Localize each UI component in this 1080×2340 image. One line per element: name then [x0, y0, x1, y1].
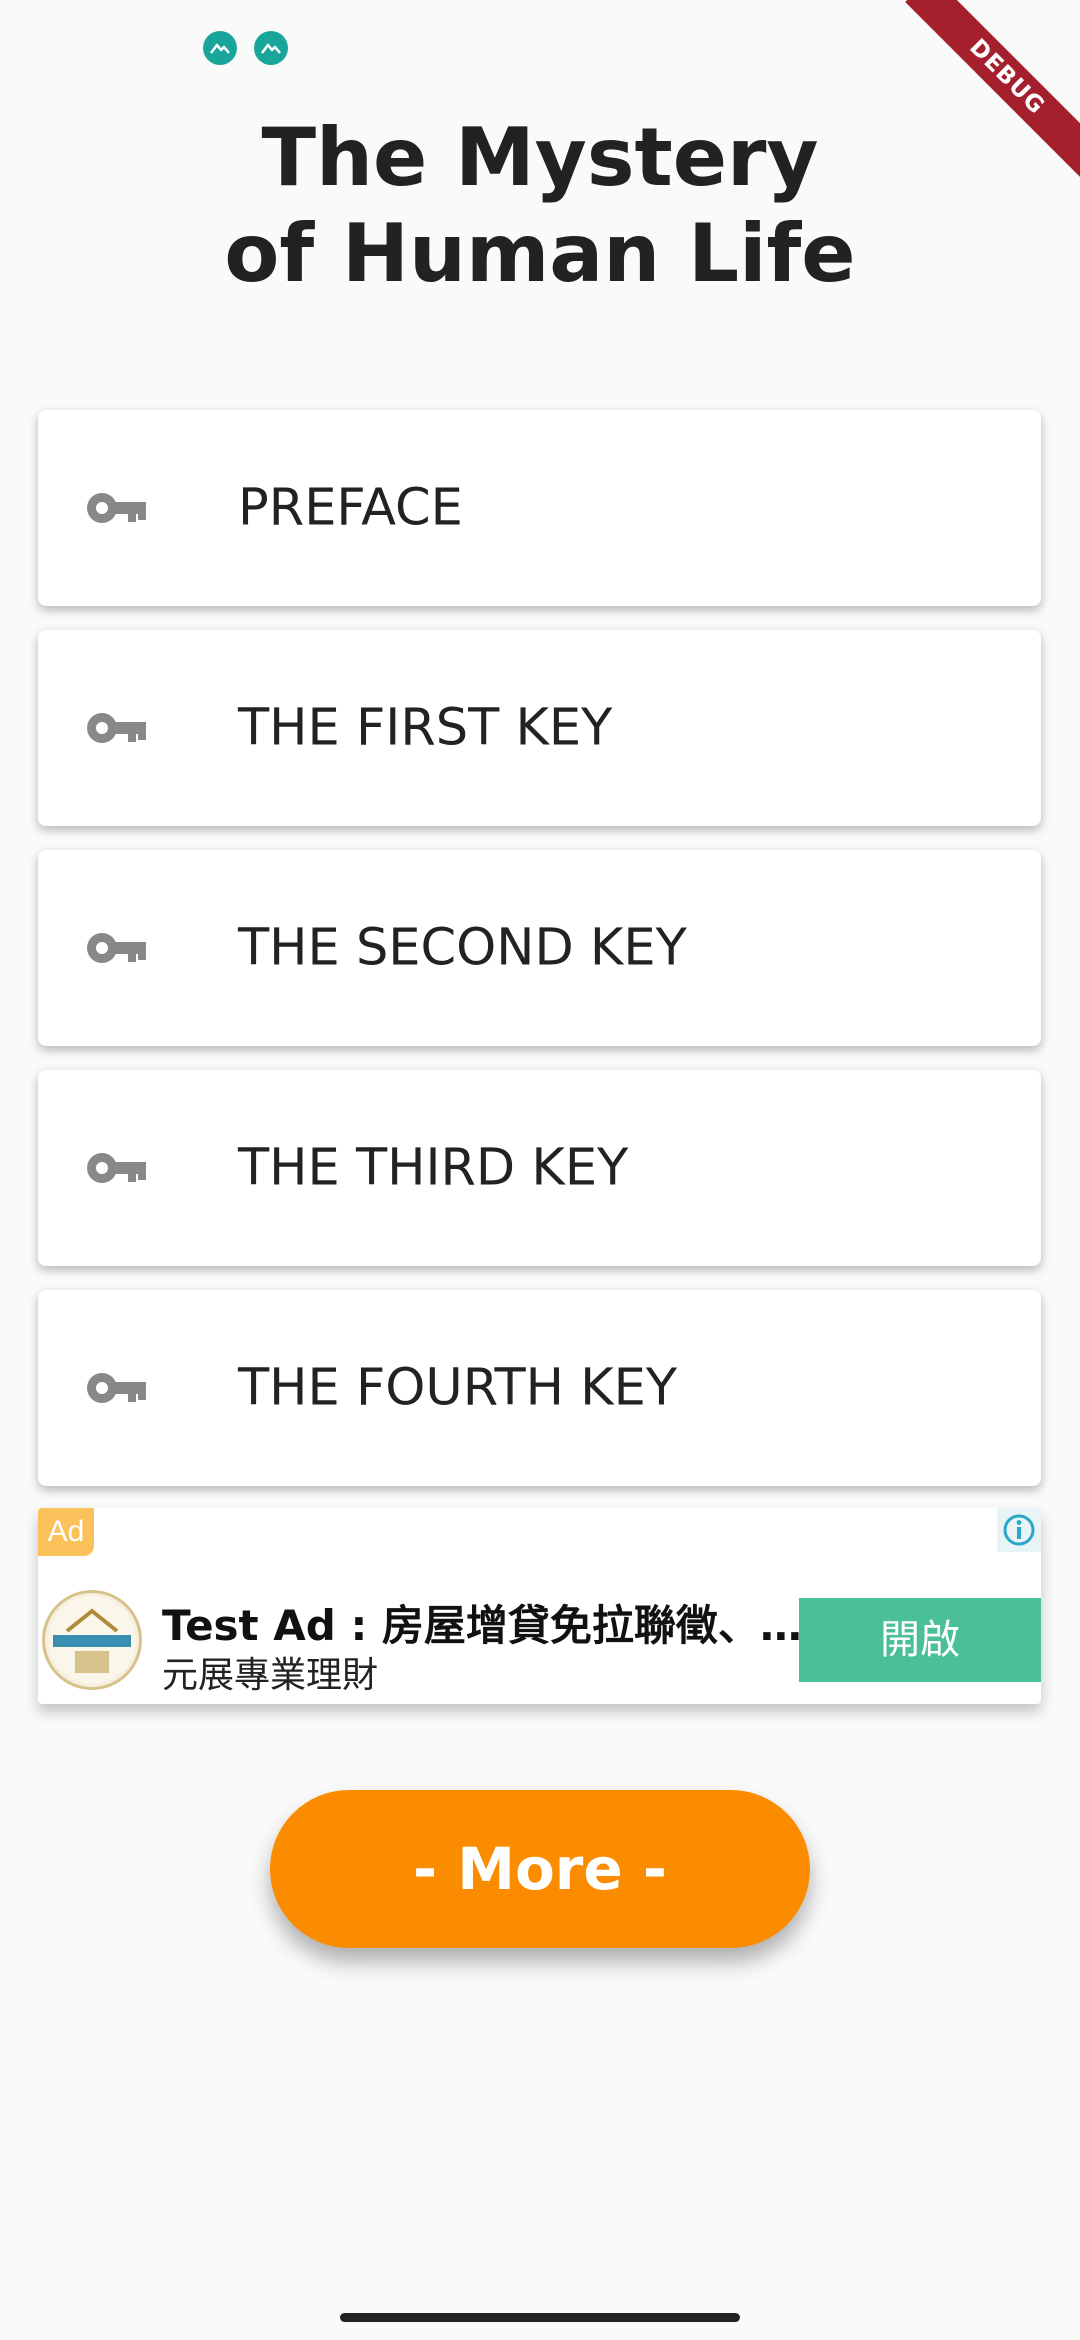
- title-line-1: The Mystery: [261, 111, 819, 204]
- key-icon: [87, 933, 146, 963]
- advertiser-logo: [42, 1590, 142, 1690]
- info-icon[interactable]: [997, 1508, 1041, 1552]
- ad-open-button[interactable]: 開啟: [799, 1598, 1041, 1682]
- ad-badge: Ad: [38, 1508, 94, 1556]
- key-icon: [87, 713, 146, 743]
- app-screen: DEBUG The Mystery of Human Life PREFACE: [0, 0, 1080, 2340]
- notification-icon: [254, 31, 288, 65]
- menu-item-label: THE FIRST KEY: [238, 698, 613, 758]
- key-icon: [87, 1153, 146, 1183]
- key-icon: [87, 1373, 146, 1403]
- menu-item-label: PREFACE: [238, 478, 463, 538]
- key-icon: [87, 493, 146, 523]
- status-bar-icons: [203, 31, 288, 65]
- menu-item-third-key[interactable]: THE THIRD KEY: [38, 1070, 1041, 1266]
- more-button[interactable]: - More -: [270, 1790, 810, 1948]
- home-indicator[interactable]: [340, 2313, 740, 2322]
- notification-icon: [203, 31, 237, 65]
- menu-item-label: THE FOURTH KEY: [238, 1358, 678, 1418]
- menu-item-label: THE SECOND KEY: [238, 918, 687, 978]
- menu-item-second-key[interactable]: THE SECOND KEY: [38, 850, 1041, 1046]
- ad-headline: Test Ad : 房屋增貸免拉聯徵、…: [162, 1601, 802, 1650]
- page-title: The Mystery of Human Life: [0, 110, 1080, 302]
- menu-item-fourth-key[interactable]: THE FOURTH KEY: [38, 1290, 1041, 1486]
- ad-advertiser: 元展專業理財: [162, 1655, 379, 1696]
- menu-item-label: THE THIRD KEY: [238, 1138, 629, 1198]
- title-line-2: of Human Life: [224, 207, 856, 300]
- chapter-menu: PREFACE THE FIRST KEY THE SECOND KEY THE…: [38, 410, 1041, 1510]
- ad-banner[interactable]: Ad Test Ad : 房屋增貸免拉聯徵、… 元展專業理財 開啟: [38, 1508, 1041, 1704]
- menu-item-preface[interactable]: PREFACE: [38, 410, 1041, 606]
- menu-item-first-key[interactable]: THE FIRST KEY: [38, 630, 1041, 826]
